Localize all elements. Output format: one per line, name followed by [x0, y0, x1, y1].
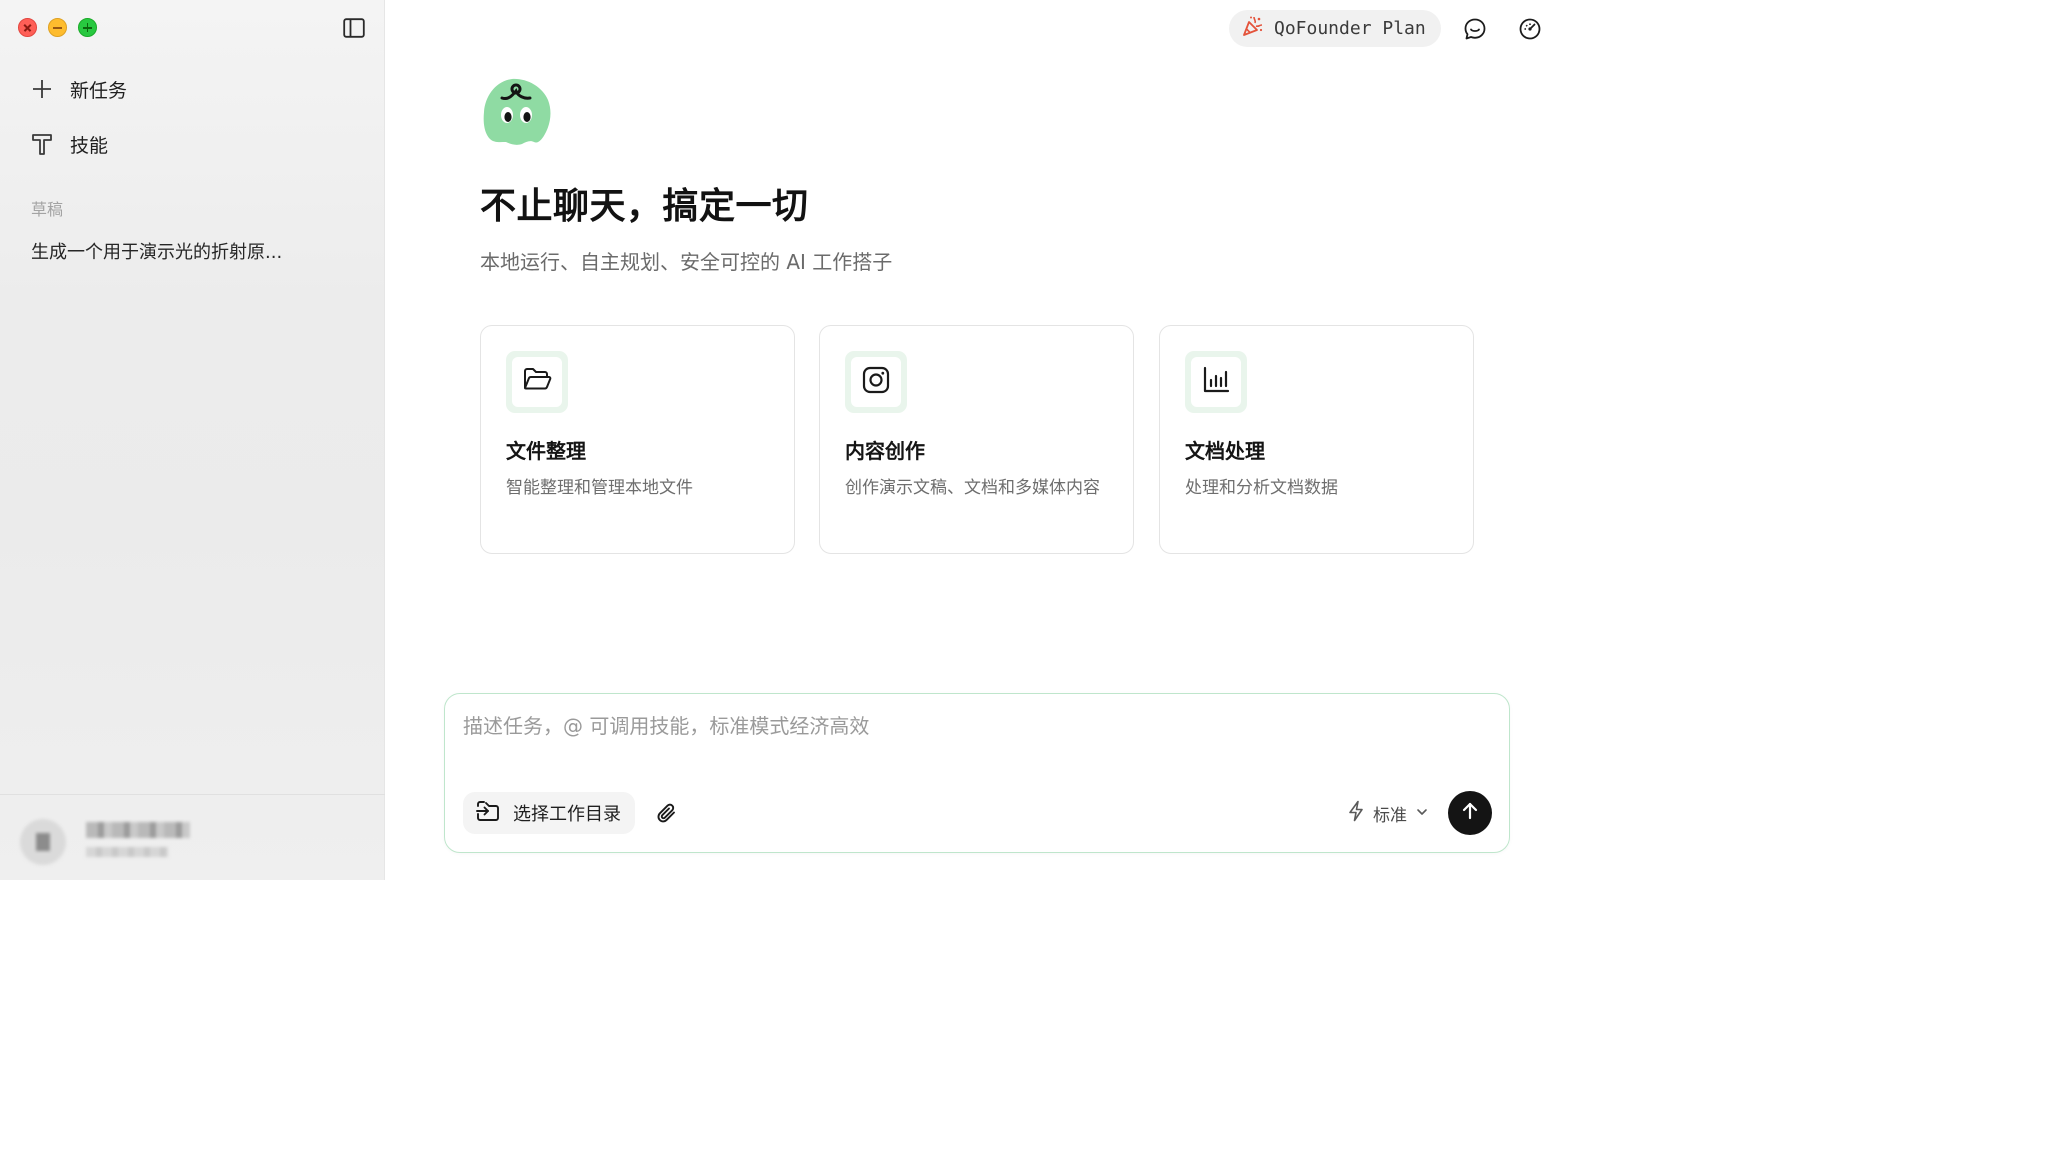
- card-title: 文件整理: [506, 439, 586, 463]
- close-window-button[interactable]: [18, 18, 37, 37]
- task-composer: 选择工作目录 标准: [444, 693, 1510, 853]
- instagram-icon: [861, 365, 891, 399]
- sidebar-item-skills[interactable]: 技能: [30, 128, 108, 160]
- maximize-window-button[interactable]: [78, 18, 97, 37]
- paperclip-icon[interactable]: [655, 801, 679, 825]
- card-description: 创作演示文稿、文档和多媒体内容: [845, 478, 1100, 498]
- sidebar-toggle-icon[interactable]: [343, 18, 365, 38]
- avatar: [20, 819, 66, 865]
- select-directory-button[interactable]: 选择工作目录: [463, 792, 635, 834]
- draft-item[interactable]: 生成一个用于演示光的折射原...: [31, 238, 282, 264]
- hammer-icon: [30, 132, 54, 156]
- plus-icon: [30, 77, 54, 101]
- user-subtitle-redacted: [86, 847, 168, 857]
- folder-open-icon: [522, 365, 552, 399]
- user-name-redacted: [86, 822, 190, 838]
- feature-card-file-organize[interactable]: 文件整理 智能整理和管理本地文件: [480, 325, 795, 554]
- plan-label: QoFounder Plan: [1274, 18, 1426, 39]
- minimize-window-button[interactable]: [48, 18, 67, 37]
- chevron-down-icon: [1415, 804, 1429, 824]
- window-controls: [18, 18, 97, 37]
- plan-badge[interactable]: QoFounder Plan: [1229, 10, 1441, 47]
- chat-bubble-icon[interactable]: [1463, 17, 1487, 41]
- app-logo: [482, 76, 552, 146]
- sidebar: 新任务 技能 草稿 生成一个用于演示光的折射原...: [0, 0, 385, 880]
- card-icon-badge: [1185, 351, 1247, 413]
- page-subtitle: 本地运行、自主规划、安全可控的 AI 工作搭子: [480, 250, 893, 274]
- task-input[interactable]: [463, 714, 1363, 738]
- card-icon-badge: [845, 351, 907, 413]
- sidebar-item-label: 新任务: [70, 79, 128, 102]
- drafts-section-label: 草稿: [31, 200, 64, 219]
- arrow-up-icon: [1460, 801, 1480, 825]
- card-title: 文档处理: [1185, 439, 1265, 463]
- sidebar-item-label: 技能: [70, 134, 109, 157]
- user-profile[interactable]: [0, 794, 385, 880]
- sidebar-item-new-task[interactable]: 新任务: [30, 73, 127, 105]
- gauge-icon[interactable]: [1518, 17, 1542, 41]
- lightning-icon: [1347, 800, 1365, 827]
- card-description: 智能整理和管理本地文件: [506, 478, 693, 498]
- mode-label: 标准: [1373, 806, 1407, 826]
- send-button[interactable]: [1448, 791, 1492, 835]
- card-icon-badge: [506, 351, 568, 413]
- mode-selector[interactable]: 标准: [1347, 800, 1429, 827]
- bar-chart-icon: [1201, 365, 1231, 399]
- page-title: 不止聊天，搞定一切: [480, 186, 809, 227]
- feature-card-content-creation[interactable]: 内容创作 创作演示文稿、文档和多媒体内容: [819, 325, 1134, 554]
- feature-card-document-processing[interactable]: 文档处理 处理和分析文档数据: [1159, 325, 1474, 554]
- card-description: 处理和分析文档数据: [1185, 478, 1338, 498]
- folder-import-icon: [475, 799, 501, 828]
- party-popper-icon: [1241, 14, 1265, 43]
- select-directory-label: 选择工作目录: [513, 804, 621, 825]
- card-title: 内容创作: [845, 439, 925, 463]
